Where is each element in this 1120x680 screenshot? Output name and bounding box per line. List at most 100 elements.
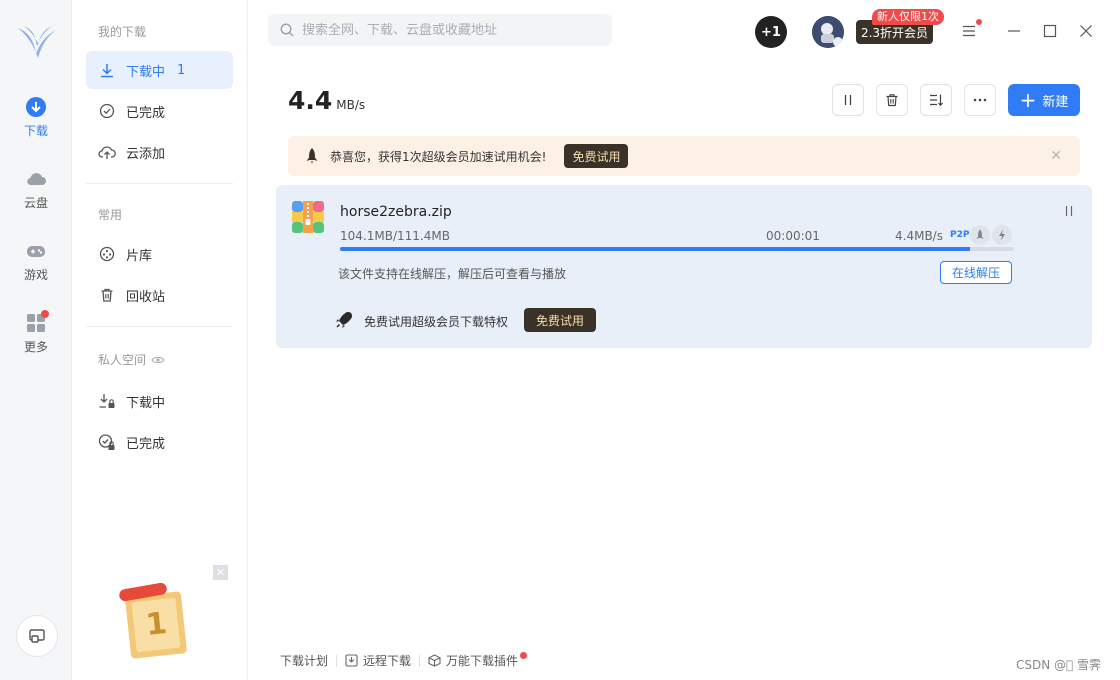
avatar[interactable] [812, 16, 844, 48]
search-input[interactable] [302, 22, 602, 38]
locked-check-icon [98, 433, 116, 451]
sidebar-item-private-completed[interactable]: 已完成 [86, 423, 233, 461]
lightning-icon [999, 229, 1005, 241]
sidebar-item-downloading[interactable]: 下载中 1 [86, 51, 233, 89]
speed-unit: MB/s [336, 98, 366, 112]
banner-close-button[interactable]: ✕ [1050, 148, 1062, 164]
vip-trial-promo-image[interactable]: 1 [116, 580, 194, 660]
rocket-icon [336, 312, 352, 328]
cube-icon [428, 654, 441, 667]
rail-label-more: 更多 [23, 340, 48, 354]
rail-item-games[interactable]: 游戏 [0, 240, 72, 283]
maximize-button[interactable] [1041, 22, 1059, 40]
rail-item-cloud[interactable]: 云盘 [0, 168, 72, 211]
group-title-my-downloads: 我的下载 [98, 25, 147, 39]
task-speed: 4.4MB/s [895, 229, 943, 243]
remote-download-link[interactable]: 远程下载 [345, 652, 411, 669]
search-bar[interactable] [268, 14, 612, 46]
task-free-trial-button[interactable]: 免费试用 [524, 308, 596, 332]
group-title-private: 私人空间 [98, 351, 165, 368]
new-task-button[interactable]: + 新建 [1008, 84, 1080, 116]
footer-divider [419, 654, 421, 667]
promo-close-button[interactable]: ✕ [213, 565, 228, 580]
download-plan-label: 下载计划 [280, 654, 329, 668]
watermark: CSDN @  雪霁 [1016, 658, 1102, 672]
task-remaining-time: 00:00:01 [766, 229, 820, 243]
search-icon [280, 23, 294, 37]
downloading-count: 1 [177, 62, 186, 78]
banner-free-trial-button[interactable]: 免费试用 [564, 144, 629, 168]
close-icon [1080, 25, 1092, 37]
sidebar-item-cloud-add[interactable]: 云添加 [86, 133, 233, 171]
download-plugin-link[interactable]: 万能下载插件 [428, 652, 528, 669]
download-icon [26, 97, 46, 117]
unzip-hint: 该文件支持在线解压，解压后可查看与播放 [338, 267, 567, 281]
task-progress-fill [340, 247, 970, 251]
menu-button[interactable] [960, 22, 978, 40]
svg-text:1: 1 [144, 606, 168, 643]
sidebar-label-completed: 已完成 [126, 105, 166, 121]
sidebar-item-recycle-bin[interactable]: 回收站 [86, 276, 233, 314]
new-task-label: 新建 [1042, 94, 1069, 110]
mini-mode-button[interactable] [16, 615, 58, 657]
boost-icon[interactable] [992, 225, 1012, 245]
rail-item-download[interactable]: 下载 [0, 96, 72, 139]
download-task-card[interactable]: horse2zebra.zip 104.1MB/111.4MB 00:00:01… [276, 185, 1092, 348]
online-unzip-button[interactable]: 在线解压 [940, 261, 1012, 284]
close-window-button[interactable] [1077, 22, 1095, 40]
plus-icon: + [1019, 88, 1037, 112]
banner-message: 恭喜您，获得1次超级会员加速试用机会! [330, 149, 547, 164]
window-switch-icon [29, 629, 45, 643]
ellipsis-icon [973, 98, 987, 102]
more-options-button[interactable] [964, 84, 996, 116]
sort-button[interactable] [920, 84, 952, 116]
group-title-common: 常用 [98, 208, 123, 222]
sidebar-item-library[interactable]: 片库 [86, 235, 233, 273]
minimize-icon [1008, 30, 1020, 32]
sidebar-label-downloading: 下载中 [126, 64, 166, 80]
plugin-notification-dot [520, 652, 528, 659]
locked-download-icon [98, 392, 116, 410]
sidebar-divider [86, 326, 233, 327]
rail-item-more[interactable]: 更多 [0, 310, 72, 355]
rocket-icon [976, 229, 984, 239]
minimize-button[interactable] [1005, 22, 1023, 40]
astronaut-avatar-icon [812, 16, 844, 48]
p2p-badge: P2P [950, 230, 970, 240]
download-arrow-icon [98, 61, 116, 79]
zip-file-icon [292, 201, 324, 233]
footer-divider [336, 654, 338, 667]
sort-icon [930, 94, 943, 107]
footer-bar: 下载计划 远程下载 万能下载插件 [280, 652, 528, 669]
pause-all-button[interactable] [832, 84, 864, 116]
rail-label-cloud: 云盘 [23, 196, 48, 210]
plus-one-badge[interactable]: +1 [755, 16, 787, 48]
sidebar-divider [86, 183, 233, 184]
trash-icon [98, 286, 116, 304]
nav-rail: 下载 云盘 游戏 更多 [0, 0, 72, 680]
pause-icon [1065, 206, 1073, 216]
total-speed: 4.4 MB/s [288, 86, 365, 115]
task-pause-button[interactable] [1062, 204, 1076, 218]
vip-download-privilege-text: 免费试用超级会员下载特权 [364, 315, 509, 329]
sidebar-item-private-downloading[interactable]: 下载中 [86, 382, 233, 420]
film-reel-icon [98, 245, 116, 263]
task-filename: horse2zebra.zip [340, 204, 452, 220]
delete-button[interactable] [876, 84, 908, 116]
trash-icon [886, 94, 898, 107]
vip-newcomer-tag: 新人仅限1次 [872, 9, 944, 25]
sidebar-label-recycle-bin: 回收站 [126, 289, 166, 305]
check-circle-icon [98, 102, 116, 120]
acceleration-icon[interactable] [970, 225, 990, 245]
rocket-icon [306, 148, 318, 164]
notification-dot [41, 310, 49, 318]
private-space-label: 私人空间 [98, 353, 147, 367]
download-plan-link[interactable]: 下载计划 [280, 652, 328, 669]
download-plugin-label: 万能下载插件 [446, 654, 519, 668]
sidebar-label-library: 片库 [126, 248, 153, 264]
remote-icon [345, 654, 358, 667]
task-size-progress: 104.1MB/111.4MB [340, 229, 450, 243]
rail-label-games: 游戏 [23, 268, 48, 282]
eye-icon[interactable] [151, 355, 165, 365]
sidebar-item-completed[interactable]: 已完成 [86, 92, 233, 130]
